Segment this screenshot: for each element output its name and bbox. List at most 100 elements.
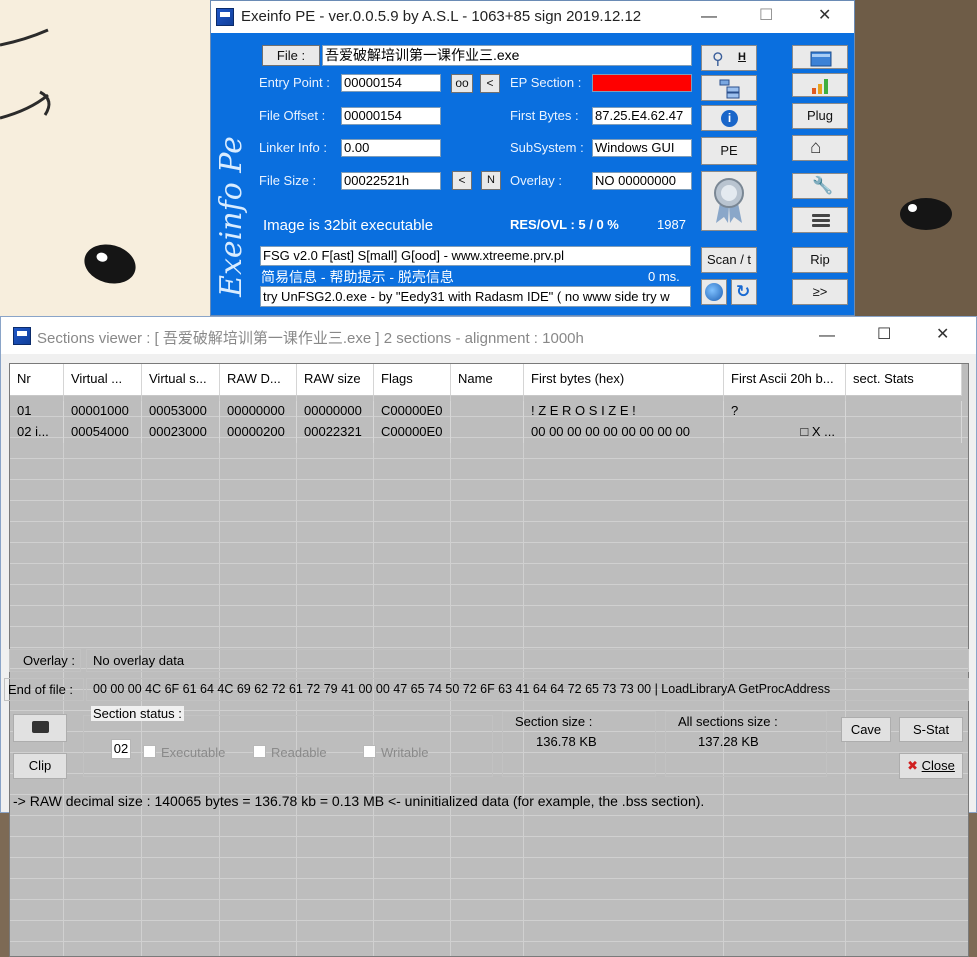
web-button[interactable] [701, 279, 727, 305]
eof-value: 00 00 00 4C 6F 61 64 4C 69 62 72 61 72 7… [93, 682, 831, 696]
close-icon[interactable]: ✕ [818, 8, 831, 24]
table-gridline [10, 815, 968, 816]
column-header[interactable]: RAW size [297, 364, 374, 396]
exeinfo-window: Exeinfo PE - ver.0.0.5.9 by A.S.L - 1063… [210, 0, 855, 316]
wrench-icon: 🔧 [812, 176, 834, 195]
table-column-divider [845, 396, 846, 956]
next-button[interactable]: ≥> [792, 279, 848, 305]
table-gridline [10, 500, 968, 501]
table-gridline [10, 605, 968, 606]
column-header[interactable]: Virtual ... [64, 364, 142, 396]
table-gridline [10, 542, 968, 543]
table-cell [451, 422, 524, 443]
clip-button[interactable]: Clip [13, 753, 67, 779]
linker-info-field[interactable]: 0.00 [341, 139, 441, 157]
background-art-right [855, 0, 977, 320]
oo-button[interactable]: oo [451, 74, 473, 93]
first-bytes-field[interactable]: 87.25.E4.62.47 [592, 107, 692, 125]
column-header[interactable]: sect. Stats [846, 364, 962, 396]
column-header[interactable]: Flags [374, 364, 451, 396]
table-row[interactable]: 02 i... 00054000 00023000 00000200 00022321 C… [10, 422, 968, 443]
list-icon [812, 214, 830, 227]
home-button[interactable]: ⌂ [792, 135, 848, 161]
readable-checkbox[interactable] [253, 745, 266, 758]
table-gridline [10, 458, 968, 459]
sv-close-icon[interactable]: ✕ [936, 327, 949, 343]
close-x-icon: ✖ [907, 758, 919, 773]
all-sections-size-label: All sections size : [678, 714, 778, 729]
status-bar: -> RAW decimal size : 140065 bytes = 136… [13, 793, 705, 809]
entry-prev-button[interactable]: < [480, 74, 500, 93]
exeinfo-title: Exeinfo PE - ver.0.0.5.9 by A.S.L - 1063… [241, 8, 642, 25]
ep-section-field[interactable] [592, 74, 692, 92]
sections-viewer-titlebar[interactable]: Sections viewer : [ 吾爱破解培训第一课作业三.exe ] 2… [1, 317, 976, 354]
sstat-button[interactable]: S-Stat [899, 717, 963, 742]
cave-button[interactable]: Cave [841, 717, 891, 742]
info-button[interactable]: i [701, 105, 757, 131]
folder-icon [810, 51, 832, 67]
h-label: H [738, 51, 746, 63]
sv-overlay-value: No overlay data [93, 653, 185, 668]
overlay-label-box: Overlay : [9, 649, 81, 672]
executable-checkbox[interactable] [143, 745, 156, 758]
table-column-divider [219, 396, 220, 956]
pe-button[interactable]: PE [701, 137, 757, 165]
refresh-button[interactable]: ↻ [731, 279, 757, 305]
column-header[interactable]: Name [451, 364, 524, 396]
plug-button[interactable]: Plug [792, 103, 848, 129]
subsystem-field[interactable]: Windows GUI [592, 139, 692, 157]
stats-button[interactable] [792, 73, 848, 97]
badge-button[interactable] [701, 171, 757, 231]
table-cell: C00000E0 [374, 401, 451, 422]
rip-button[interactable]: Rip [792, 247, 848, 273]
file-name-field[interactable]: 吾爱破解培训第一课作业三.exe [322, 45, 692, 66]
subsystem-label: SubSystem : [510, 140, 584, 155]
entry-point-field[interactable]: 00000154 [341, 74, 441, 92]
hint-field[interactable]: try UnFSG2.0.exe - by "Eedy31 with Radas… [260, 286, 691, 307]
scan-button[interactable]: Scan / t [701, 247, 757, 273]
table-gridline [10, 521, 968, 522]
tools-button[interactable]: 🔧 [792, 173, 848, 199]
file-offset-field[interactable]: 00000154 [341, 107, 441, 125]
file-size-prev-button[interactable]: < [452, 171, 472, 190]
home-icon: ⌂ [810, 137, 822, 158]
sv-minimize-icon[interactable]: — [819, 328, 835, 344]
column-header[interactable]: Virtual s... [142, 364, 220, 396]
file-size-field[interactable]: 00022521h [341, 172, 441, 190]
column-header[interactable]: Nr [10, 364, 64, 396]
exeinfo-titlebar[interactable]: Exeinfo PE - ver.0.0.5.9 by A.S.L - 1063… [211, 1, 854, 33]
column-header[interactable]: RAW D... [220, 364, 297, 396]
info-icon: i [721, 110, 738, 127]
writable-checkbox[interactable] [363, 745, 376, 758]
close-button[interactable]: ✖ Close [899, 753, 963, 779]
maximize-icon[interactable]: ☐ [759, 8, 773, 24]
column-header[interactable]: First bytes (hex) [524, 364, 724, 396]
linker-info-label: Linker Info : [259, 140, 327, 155]
section-number-field[interactable]: 02 [111, 739, 131, 759]
section-size-value: 136.78 KB [536, 734, 597, 749]
minimize-icon[interactable]: — [701, 9, 717, 25]
table-column-divider [141, 396, 142, 956]
table-gridline [10, 920, 968, 921]
table-gridline [10, 647, 968, 648]
table-cell: 00000000 [297, 401, 374, 422]
info-links[interactable]: 简易信息 - 帮助提示 - 脱壳信息 [261, 267, 454, 287]
overlay-field[interactable]: NO 00000000 [592, 172, 692, 190]
n-button[interactable]: N [481, 171, 501, 190]
sv-maximize-icon[interactable]: ☐ [877, 327, 891, 343]
open-file-button[interactable] [792, 45, 848, 69]
tree-view-button[interactable] [701, 75, 757, 101]
table-row[interactable]: 01 00001000 00053000 00000000 00000000 C00000… [10, 401, 968, 422]
sections-app-icon [13, 327, 31, 345]
camera-button[interactable] [13, 714, 67, 742]
file-button[interactable]: File : [262, 45, 320, 66]
menu-button[interactable] [792, 207, 848, 233]
search-h-button[interactable]: ⚲ H [701, 45, 757, 71]
table-cell: 02 i... [10, 422, 64, 443]
section-size-panel: Section size : 136.78 KB [502, 711, 656, 777]
table-column-divider [373, 396, 374, 956]
file-size-label: File Size : [259, 173, 317, 188]
column-header[interactable]: First Ascii 20h b... [724, 364, 846, 396]
table-cell: 00022321 [297, 422, 374, 443]
detection-field[interactable]: FSG v2.0 F[ast] S[mall] G[ood] - www.xtr… [260, 246, 691, 266]
